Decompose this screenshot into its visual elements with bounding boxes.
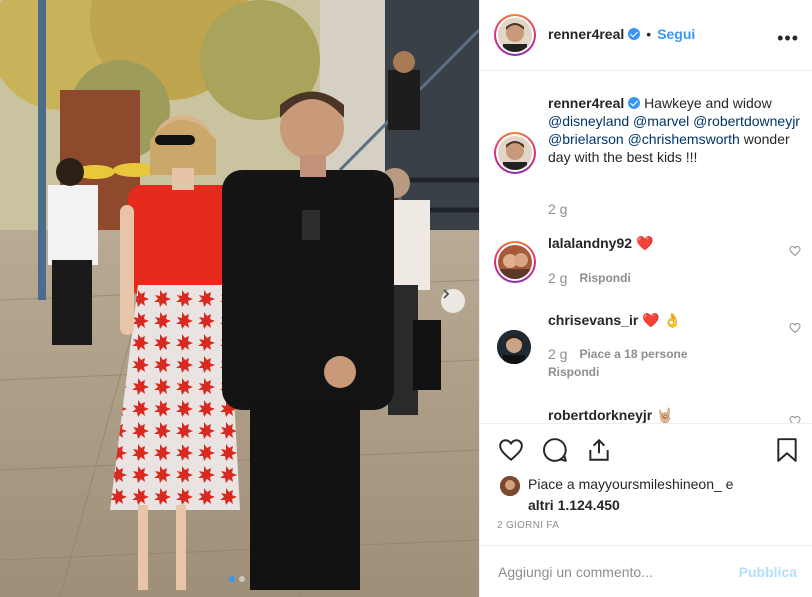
chevron-right-icon	[443, 289, 450, 299]
likes-line-2[interactable]: altri 1.124.450	[528, 497, 620, 513]
likes-line-1[interactable]: Piace a mayyoursmileshineon_ e	[528, 476, 733, 492]
avatar[interactable]	[500, 476, 520, 496]
likes-summary: Piace a mayyoursmileshineon_ e altri 1.1…	[500, 474, 733, 516]
comment-age[interactable]: 2 g	[548, 346, 567, 362]
post-details-panel: renner4real • Segui ••• renner4real Hawk…	[479, 0, 812, 597]
carousel-dot	[239, 576, 245, 582]
comment-username[interactable]: chrisevans_ir	[548, 312, 638, 328]
more-options-icon[interactable]: •••	[777, 28, 799, 49]
user-photo-icon	[500, 476, 520, 496]
verified-icon	[628, 28, 641, 40]
comment-text: robertdorkneyjr 🤘🏼	[548, 406, 804, 423]
comment-meta: 2 g Rispondi	[548, 270, 631, 286]
mention-link[interactable]: @brielarson	[548, 131, 624, 147]
commenter-avatar-ring[interactable]	[494, 241, 536, 283]
publish-button[interactable]: Pubblica	[739, 564, 797, 580]
post-timestamp[interactable]: 2 GIORNI FA	[497, 520, 559, 531]
comment-body: 🤘🏼	[656, 407, 674, 423]
reply-button[interactable]: Rispondi	[579, 271, 630, 285]
like-comment-heart-icon[interactable]	[789, 245, 801, 257]
comment-text: lalalandny92 ❤️	[548, 234, 804, 252]
photo-scene	[0, 0, 479, 597]
commenter-avatar[interactable]	[497, 330, 531, 364]
comment-bubble-icon[interactable]	[542, 437, 568, 463]
author-face-icon	[498, 18, 532, 52]
comment-username[interactable]: lalalandny92	[548, 235, 632, 251]
comments-list[interactable]: renner4real Hawkeye and widow @disneylan…	[480, 71, 812, 423]
follow-separator: •	[646, 26, 652, 42]
author-face-icon	[498, 136, 532, 170]
carousel-next-button[interactable]	[441, 289, 465, 313]
verified-icon	[628, 97, 641, 109]
mention-link[interactable]: @disneyland	[548, 113, 629, 129]
user-photo-icon	[498, 245, 532, 279]
carousel-indicator	[229, 576, 245, 582]
like-comment-heart-icon[interactable]	[789, 322, 801, 334]
mention-link[interactable]: @robertdowneyjr	[693, 113, 800, 129]
post-photo[interactable]	[0, 0, 479, 597]
caption-age[interactable]: 2 g	[548, 201, 567, 217]
comment-age[interactable]: 2 g	[548, 270, 567, 286]
comment-meta-2: Rispondi	[548, 365, 599, 379]
bookmark-icon[interactable]	[776, 437, 798, 463]
mention-link[interactable]: @chrishemsworth	[628, 131, 740, 147]
caption-text-part: Hawkeye and widow	[644, 95, 772, 111]
share-icon[interactable]	[586, 437, 612, 463]
caption-username[interactable]: renner4real	[548, 95, 624, 111]
follow-button[interactable]: Segui	[657, 26, 695, 42]
post-header: renner4real • Segui •••	[480, 0, 812, 71]
comment-username[interactable]: robertdorkneyjr	[548, 407, 652, 423]
mention-link[interactable]: @marvel	[633, 113, 689, 129]
reply-button[interactable]: Rispondi	[548, 365, 599, 379]
avatar	[498, 18, 532, 52]
comment-meta: 2 g Piace a 18 persone	[548, 346, 688, 362]
avatar	[498, 245, 532, 279]
add-comment-bar: Pubblica	[480, 545, 812, 597]
avatar	[498, 136, 532, 170]
comment-text: chrisevans_ir ❤️ 👌	[548, 311, 804, 329]
author-avatar-ring[interactable]	[494, 14, 536, 56]
carousel-dot-active	[229, 576, 235, 582]
comment-input[interactable]	[498, 560, 728, 584]
post-actions: Piace a mayyoursmileshineon_ e altri 1.1…	[480, 423, 812, 545]
like-comment-heart-icon[interactable]	[789, 415, 801, 423]
comment-body: ❤️	[635, 235, 654, 251]
comment-body: ❤️ 👌	[642, 312, 681, 328]
user-photo-icon	[497, 330, 531, 364]
like-heart-icon[interactable]	[498, 437, 524, 463]
caption-avatar-ring[interactable]	[494, 132, 536, 174]
comment-likes-count[interactable]: Piace a 18 persone	[579, 347, 687, 361]
author-username[interactable]: renner4real	[548, 26, 624, 42]
caption-text: renner4real Hawkeye and widow @disneylan…	[548, 94, 804, 166]
caption-meta: 2 g	[548, 201, 567, 217]
